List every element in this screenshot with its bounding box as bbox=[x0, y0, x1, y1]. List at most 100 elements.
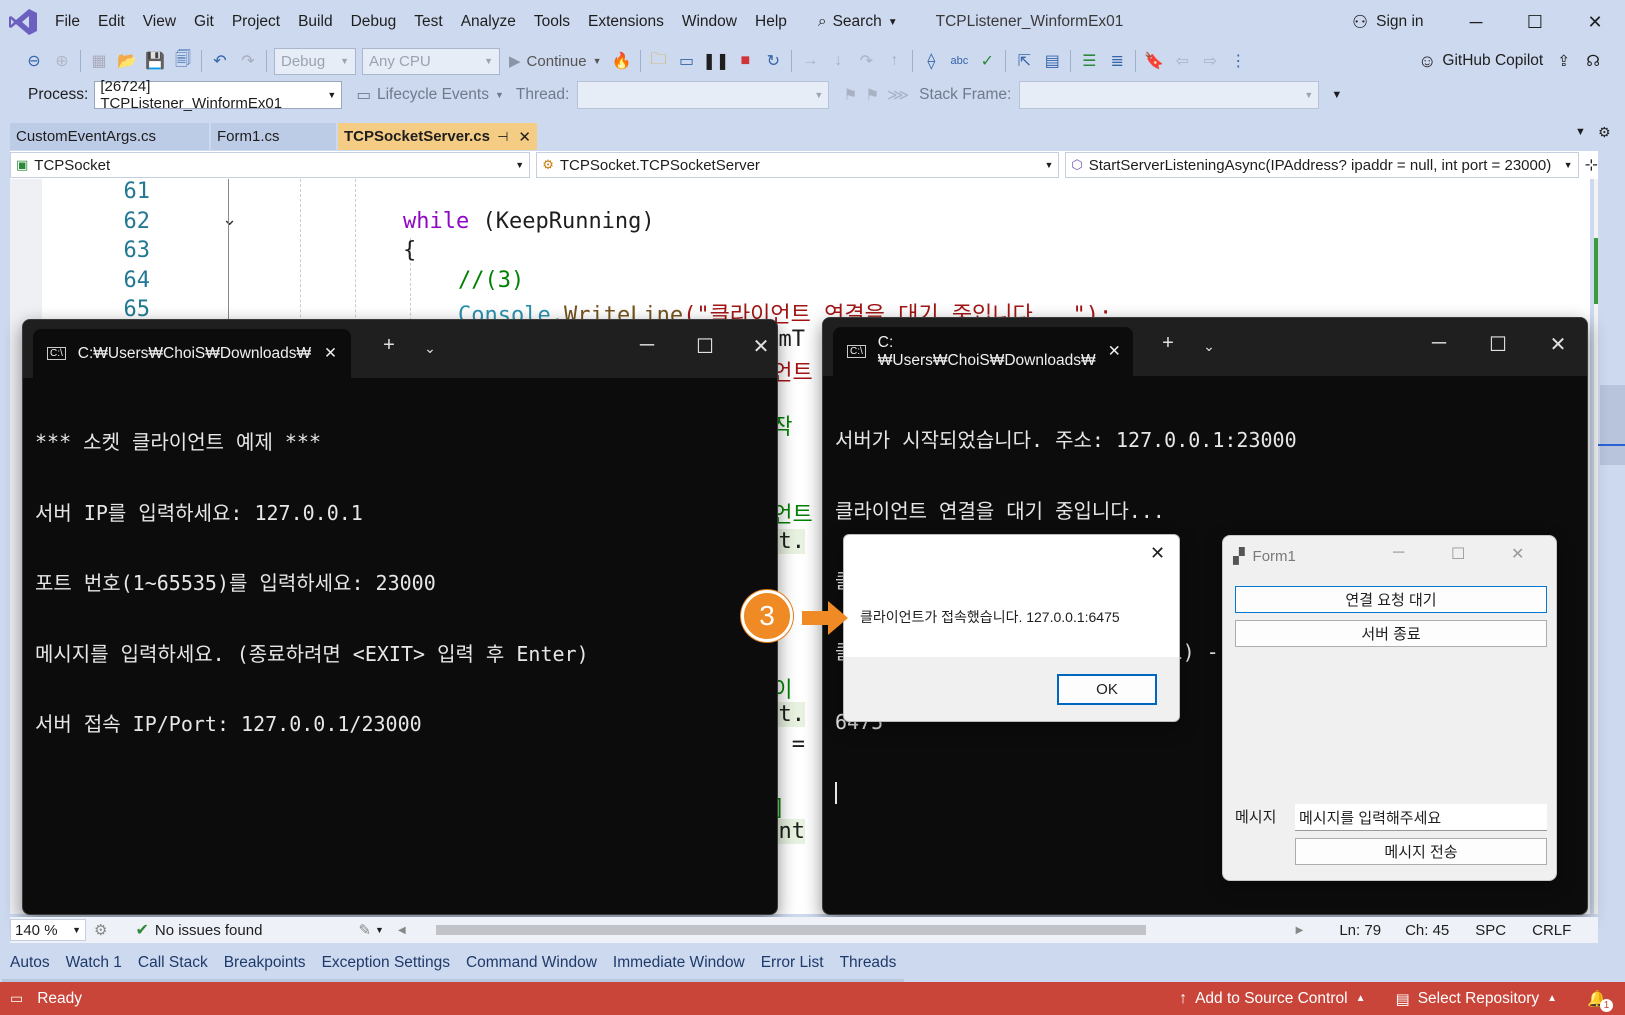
maximize-icon[interactable]: ☐ bbox=[685, 334, 725, 359]
platform-combo[interactable]: Any CPU ▼ bbox=[362, 47, 500, 75]
search-box[interactable]: ⌕ Search ▼ bbox=[808, 0, 908, 44]
chevron-down-icon[interactable]: ⌄ bbox=[410, 340, 450, 357]
select-element-button[interactable]: ⇱ bbox=[1012, 48, 1036, 74]
message-box-dialog[interactable]: ✕ 클라이언트가 접속했습니다. 127.0.0.1:6475 OK bbox=[843, 534, 1180, 722]
folder-view-button[interactable]: 🗀 bbox=[647, 48, 671, 74]
github-copilot-button[interactable]: ☺ GitHub Copilot ⇪ ☊ bbox=[1418, 44, 1600, 78]
tool-tab-threads[interactable]: Threads bbox=[831, 946, 905, 982]
tool-tab-immediate-window[interactable]: Immediate Window bbox=[604, 946, 753, 982]
close-icon[interactable]: ✕ bbox=[1150, 543, 1165, 564]
tool-tab-breakpoints[interactable]: Breakpoints bbox=[215, 946, 314, 982]
console-tab[interactable]: C:\ C:₩Users₩ChoiS₩Downloads₩ ✕ bbox=[833, 327, 1133, 376]
tool-tab-call-stack[interactable]: Call Stack bbox=[129, 946, 216, 982]
message-input[interactable]: 메시지를 입력해주세요 bbox=[1295, 804, 1547, 831]
close-button[interactable]: ✕ bbox=[1566, 0, 1624, 44]
close-icon[interactable]: ✕ bbox=[1511, 544, 1524, 564]
step-out-button[interactable]: ↑ bbox=[882, 48, 906, 74]
hot-reload-button[interactable]: 🔥 bbox=[610, 48, 634, 74]
chevron-down-icon[interactable]: ⌄ bbox=[1189, 338, 1229, 355]
step-over-button[interactable]: ↷ bbox=[854, 48, 878, 74]
class-combo[interactable]: ⚙ TCPSocket.TCPSocketServer ▼ bbox=[536, 152, 1060, 178]
zoom-combo[interactable]: 140 % ▼ bbox=[10, 919, 86, 941]
output-window-icon[interactable]: ▭ bbox=[10, 990, 23, 1007]
menu-item-git[interactable]: Git bbox=[185, 0, 223, 44]
listen-button[interactable]: 연결 요청 대기 bbox=[1235, 586, 1547, 613]
pin-icon[interactable]: ⊣ bbox=[497, 129, 508, 145]
tab-list-dropdown-icon[interactable]: ▼ bbox=[1575, 126, 1586, 138]
tool-tab-autos[interactable]: Autos bbox=[2, 946, 58, 982]
menu-item-view[interactable]: View bbox=[134, 0, 185, 44]
scroll-right-icon[interactable]: ▶ bbox=[1296, 925, 1304, 936]
bookmark-button[interactable]: 🔖 bbox=[1142, 48, 1166, 74]
prev-bookmark-button[interactable]: ⇦ bbox=[1170, 48, 1194, 74]
menu-item-project[interactable]: Project bbox=[223, 0, 289, 44]
form1-window[interactable]: ▞ Form1 ─ ☐ ✕ 연결 요청 대기 서버 종료 메시지 메시지를 입력… bbox=[1222, 535, 1557, 881]
maximize-button[interactable]: ☐ bbox=[1506, 0, 1564, 44]
thread-combo[interactable]: ▼ bbox=[577, 81, 830, 109]
save-all-button[interactable]: 🗐 bbox=[171, 48, 195, 74]
tab-form1[interactable]: Form1.cs bbox=[211, 123, 337, 150]
console-tab[interactable]: C:\ C:₩Users₩ChoiS₩Downloads₩ ✕ bbox=[33, 329, 351, 378]
add-source-control-button[interactable]: Add to Source Control bbox=[1195, 990, 1348, 1008]
toolbar-overflow-icon[interactable]: ▼ bbox=[1331, 89, 1342, 101]
save-button[interactable]: 💾 bbox=[143, 48, 167, 74]
forward-button[interactable]: ⊕ bbox=[50, 48, 74, 74]
chevron-down-icon[interactable]: ▼ bbox=[375, 925, 384, 935]
sign-in-button[interactable]: ⚇ Sign in bbox=[1352, 0, 1424, 44]
maximize-icon[interactable]: ☐ bbox=[1478, 332, 1518, 357]
new-project-button[interactable]: ▦ bbox=[87, 48, 111, 74]
member-combo[interactable]: ⬡ StartServerListeningAsync(IPAddress? i… bbox=[1065, 152, 1579, 178]
project-combo[interactable]: ▣ TCPSocket ▼ bbox=[10, 152, 531, 178]
minimize-icon[interactable]: ─ bbox=[1393, 544, 1404, 562]
tool-tab-command-window[interactable]: Command Window bbox=[457, 946, 605, 982]
undo-button[interactable]: ↶ bbox=[208, 48, 232, 74]
select-repository-button[interactable]: Select Repository bbox=[1418, 990, 1539, 1008]
menu-item-analyze[interactable]: Analyze bbox=[452, 0, 525, 44]
code-cleanup-icon[interactable]: ✎ bbox=[358, 921, 371, 939]
close-tab-icon[interactable]: ✕ bbox=[1108, 342, 1121, 361]
new-tab-icon[interactable]: + bbox=[369, 334, 409, 357]
tool-tab-exception-settings[interactable]: Exception Settings bbox=[313, 946, 458, 982]
continue-button[interactable]: ▶ Continue ▼ bbox=[509, 52, 602, 71]
show-next-statement-button[interactable]: → bbox=[798, 48, 822, 74]
menu-item-edit[interactable]: Edit bbox=[89, 0, 134, 44]
menu-item-file[interactable]: File bbox=[46, 0, 89, 44]
settings-gear-icon[interactable]: ⚙ bbox=[1598, 124, 1611, 141]
horizontal-scrollbar-thumb[interactable] bbox=[435, 925, 1146, 935]
tool-tab-error-list[interactable]: Error List bbox=[752, 946, 832, 982]
close-icon[interactable]: ✕ bbox=[741, 334, 777, 359]
open-folder-button[interactable]: 📂 bbox=[115, 48, 139, 74]
share-icon[interactable]: ⇪ bbox=[1557, 52, 1570, 71]
collapse-chevron-icon[interactable]: ⌄ bbox=[222, 209, 237, 230]
health-icon[interactable]: ⚙ bbox=[94, 921, 107, 939]
tab-customeventargs[interactable]: CustomEventArgs.cs bbox=[10, 123, 210, 150]
toolbar-overflow-button[interactable]: ⋮ bbox=[1226, 48, 1250, 74]
back-button[interactable]: ⊖ bbox=[22, 48, 46, 74]
indent-button[interactable]: ☰ bbox=[1077, 48, 1101, 74]
stop-server-button[interactable]: 서버 종료 bbox=[1235, 620, 1547, 647]
new-tab-icon[interactable]: + bbox=[1148, 332, 1188, 355]
line-ending[interactable]: CRLF bbox=[1532, 922, 1571, 939]
send-message-button[interactable]: 메시지 전송 bbox=[1295, 838, 1547, 865]
comment-button[interactable]: ≣ bbox=[1105, 48, 1129, 74]
minimize-icon[interactable]: ─ bbox=[627, 334, 667, 357]
notifications-bell-icon[interactable]: 🔔 1 bbox=[1587, 989, 1613, 1012]
maximize-icon[interactable]: ☐ bbox=[1451, 544, 1465, 564]
close-tab-icon[interactable]: ✕ bbox=[518, 128, 531, 146]
close-icon[interactable]: ✕ bbox=[1538, 332, 1578, 357]
spell-check-button[interactable]: abc bbox=[947, 48, 971, 74]
next-bookmark-button[interactable]: ⇨ bbox=[1198, 48, 1222, 74]
scroll-left-icon[interactable]: ◀ bbox=[398, 925, 406, 936]
issues-status[interactable]: No issues found bbox=[155, 922, 263, 939]
tab-tcpsocketserver[interactable]: TCPSocketServer.cs ⊣ ✕ bbox=[338, 123, 538, 150]
menu-item-tools[interactable]: Tools bbox=[525, 0, 579, 44]
tool-tab-watch-1[interactable]: Watch 1 bbox=[57, 946, 130, 982]
menu-item-help[interactable]: Help bbox=[746, 0, 796, 44]
menu-item-window[interactable]: Window bbox=[673, 0, 746, 44]
flag-threads-icon[interactable]: ⚑ bbox=[865, 86, 879, 105]
menu-item-test[interactable]: Test bbox=[405, 0, 451, 44]
menu-item-extensions[interactable]: Extensions bbox=[579, 0, 673, 44]
stack-collapse-icon[interactable]: ⋙ bbox=[887, 86, 909, 105]
break-all-button[interactable]: ❚❚ bbox=[703, 48, 730, 74]
menu-item-build[interactable]: Build bbox=[289, 0, 341, 44]
